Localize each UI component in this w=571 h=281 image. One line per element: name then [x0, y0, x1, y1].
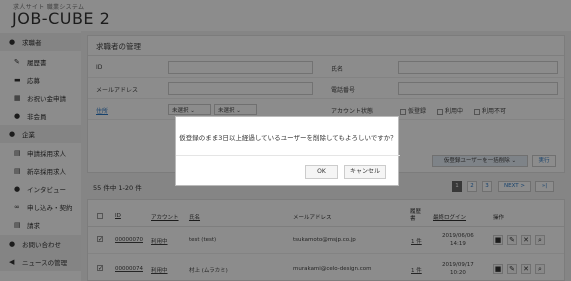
dialog-divider	[176, 155, 400, 156]
confirm-dialog: 仮登録のまま3日以上経過しているユーザーを削除してもよろしいですか？ OK キャ…	[175, 116, 400, 186]
dialog-message: 仮登録のまま3日以上経過しているユーザーを削除してもよろしいですか？	[179, 134, 397, 142]
ok-button[interactable]: OK	[305, 165, 338, 179]
cancel-button[interactable]: キャンセル	[344, 165, 386, 179]
